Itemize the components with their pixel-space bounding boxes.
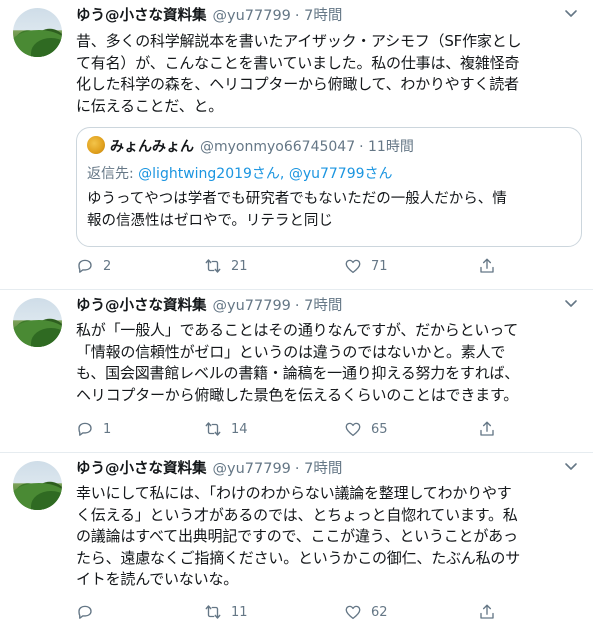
- avatar[interactable]: [13, 298, 62, 347]
- like-count: 62: [371, 604, 388, 620]
- share-icon: [480, 421, 494, 436]
- share-button[interactable]: [478, 420, 496, 438]
- tweet-text-line: イトを読んでいないな。: [76, 570, 239, 588]
- tweet-text: 幸いにして私には、「わけのわからない議論を整理してわかりやす く伝える」という才…: [76, 483, 576, 591]
- tweet-actions: 2 21 71: [76, 257, 576, 279]
- quoted-tweet[interactable]: みょんみょん @myonmyo66745047 · 11時間 返信先: @light…: [76, 127, 582, 247]
- retweet-button[interactable]: 11: [204, 603, 248, 621]
- tweet-text-line: たら、遠慮なくご指摘ください。というかこの御仁、たぶん私のサ: [76, 548, 521, 567]
- retweet-icon: [205, 259, 221, 273]
- tweet-text-line: に伝えることだ、と。: [76, 96, 224, 115]
- display-name[interactable]: ゆう@小さな資料集: [76, 8, 207, 24]
- tweet-header: ゆう@小さな資料集 @yu77799 · 7時間: [76, 4, 342, 25]
- quote-text: ゆうってやつは学者でも研究者でもないただの一般人だから、情 報の信憑性はゼロやで…: [87, 188, 507, 232]
- reply-to-label: 返信先:: [87, 166, 139, 182]
- reply-button[interactable]: 1: [76, 420, 111, 438]
- reply-button[interactable]: [76, 603, 103, 621]
- like-button[interactable]: 65: [344, 420, 388, 438]
- tweet-1[interactable]: ゆう@小さな資料集 @yu77799 · 7時間 昔、多くの科学解説本を書いたアイザ…: [0, 0, 593, 290]
- reply-icon: [78, 259, 92, 273]
- handle[interactable]: @yu77799: [213, 461, 291, 477]
- tweet-2[interactable]: ゆう@小さな資料集 @yu77799 · 7時間 私が「一般人」であることはその通り…: [0, 290, 593, 452]
- quote-handle: @myonmyo66745047: [200, 139, 356, 155]
- reply-icon: [78, 422, 92, 436]
- tweet-text-line: 「情報の信頼性がゼロ」というのは違うのではないかと。素人で: [76, 342, 506, 361]
- quote-header: みょんみょん @myonmyo66745047 · 11時間: [87, 136, 414, 156]
- tweet-text-line: ヘリコプターから俯瞰した景色を伝えるくらいのことはできます。: [76, 385, 519, 404]
- tweet-text-line: 幸いにして私には、「わけのわからない議論を整理してわかりやす: [76, 484, 512, 502]
- tweet-actions: 11 62: [76, 603, 576, 625]
- display-name[interactable]: ゆう@小さな資料集: [76, 298, 207, 314]
- heart-icon: [345, 422, 361, 437]
- tweet-text: 昔、多くの科学解説本を書いたアイザック・アシモフ（SF作家とし て有名）が、こん…: [76, 31, 576, 117]
- quote-avatar: [87, 136, 105, 154]
- share-icon: [480, 604, 494, 619]
- heart-icon: [345, 259, 361, 274]
- like-count: 71: [371, 258, 388, 274]
- timestamp[interactable]: · 7時間: [295, 8, 342, 24]
- reply-count: 1: [103, 421, 112, 437]
- retweet-icon: [205, 605, 221, 619]
- retweet-button[interactable]: 21: [204, 257, 248, 275]
- reply-to-users[interactable]: @lightwing2019さん, @yu77799さん: [138, 166, 392, 182]
- tweet-header: ゆう@小さな資料集 @yu77799 · 7時間: [76, 294, 342, 315]
- handle[interactable]: @yu77799: [213, 298, 291, 314]
- reply-icon: [78, 605, 92, 619]
- display-name[interactable]: ゆう@小さな資料集: [76, 461, 207, 477]
- timestamp[interactable]: · 7時間: [295, 298, 342, 314]
- tweet-3[interactable]: ゆう@小さな資料集 @yu77799 · 7時間 幸いにして私には、「わけのわからな…: [0, 453, 593, 631]
- share-icon: [480, 258, 494, 273]
- reply-button[interactable]: 2: [76, 257, 111, 275]
- avatar[interactable]: [13, 8, 62, 57]
- timestamp[interactable]: · 7時間: [295, 461, 342, 477]
- tweet-text-line: く伝える」という才があるのでは、とちょっと自惚れています。私: [76, 505, 518, 524]
- tweet-text-line: も、国会図書館レベルの書籍・論稿を一通り抑える努力をすれば、: [76, 364, 520, 382]
- tweet-header: ゆう@小さな資料集 @yu77799 · 7時間: [76, 457, 342, 478]
- tweet-text-line: 化した科学の森を、ヘリコプターから俯瞰して、わかりやすく読者: [76, 75, 519, 93]
- like-button[interactable]: 62: [344, 603, 388, 621]
- tweet-text-line: 私が「一般人」であることはその通りなんですが、だからといって: [76, 321, 519, 339]
- tweet-text-line: て有名）が、こんなことを書いていました。私の仕事は、複雑怪奇: [76, 53, 520, 72]
- retweet-count: 14: [231, 421, 248, 437]
- share-button[interactable]: [478, 257, 496, 275]
- reply-to: 返信先: @lightwing2019さん, @yu77799さん: [87, 163, 393, 183]
- share-button[interactable]: [478, 603, 496, 621]
- chevron-down-icon[interactable]: [564, 459, 578, 473]
- tweet-text-line: の議論はすべて出典明記ですので、ここが違う、ということがあっ: [76, 527, 518, 545]
- handle[interactable]: @yu77799: [213, 8, 291, 24]
- like-count: 65: [371, 421, 388, 437]
- retweet-button[interactable]: 14: [204, 420, 248, 438]
- tweet-actions: 1 14 65: [76, 420, 576, 442]
- tweet-text: 私が「一般人」であることはその通りなんですが、だからといって 「情報の信頼性がゼ…: [76, 320, 576, 406]
- avatar[interactable]: [13, 461, 62, 510]
- quote-text-line: 報の信憑性はゼロやで。リテラと同じ: [87, 213, 333, 229]
- retweet-count: 11: [231, 604, 248, 620]
- quote-text-line: ゆうってやつは学者でも研究者でもないただの一般人だから、情: [87, 191, 507, 207]
- chevron-down-icon[interactable]: [564, 296, 578, 310]
- quote-display-name: みょんみょん: [110, 139, 194, 155]
- retweet-icon: [205, 422, 221, 436]
- heart-icon: [345, 605, 361, 620]
- tweet-text-line: 昔、多くの科学解説本を書いたアイザック・アシモフ（SF作家とし: [76, 32, 522, 50]
- quote-timestamp: · 11時間: [359, 139, 414, 155]
- reply-count: 2: [103, 258, 112, 274]
- chevron-down-icon[interactable]: [564, 6, 578, 20]
- like-button[interactable]: 71: [344, 257, 388, 275]
- retweet-count: 21: [231, 258, 248, 274]
